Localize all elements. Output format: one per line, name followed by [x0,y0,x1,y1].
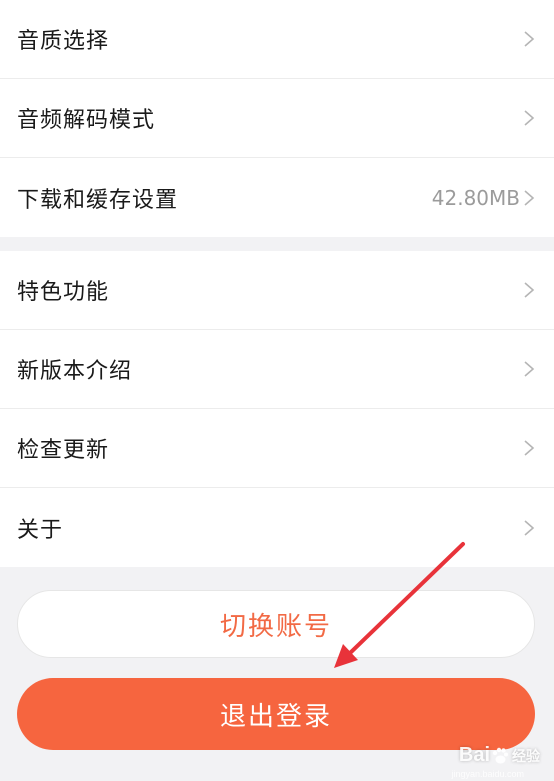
chevron-right-icon [524,440,535,456]
logout-button[interactable]: 退出登录 [17,678,535,750]
baidu-paw-icon [492,747,508,763]
chevron-right-icon [524,282,535,298]
settings-row-download-cache[interactable]: 下载和缓存设置 42.80MB [0,158,554,237]
section-divider [0,237,554,251]
cache-size-value: 42.80MB [431,185,520,210]
chevron-right-icon [524,110,535,126]
settings-row-audio-decode-mode[interactable]: 音频解码模式 [0,79,554,158]
row-label: 特色功能 [17,280,110,305]
watermark-logo: Bai 经验 [459,744,540,767]
row-label: 检查更新 [17,438,110,463]
watermark-brand-left: Bai [458,744,490,766]
settings-row-about[interactable]: 关于 [0,488,554,567]
watermark-brand-right: 经验 [512,747,540,764]
settings-group-playback: 音质选择 音频解码模式 下载和缓存设置 42.80MB [0,0,554,237]
chevron-right-icon [524,519,535,536]
switch-account-button[interactable]: 切换账号 [17,590,535,658]
chevron-right-icon [524,189,535,206]
row-label: 下载和缓存设置 [17,187,179,213]
chevron-right-icon [524,361,535,377]
row-label: 新版本介绍 [17,359,133,384]
settings-row-check-update[interactable]: 检查更新 [0,409,554,488]
watermark-url: jingyan.baidu.com [451,769,524,779]
chevron-right-icon [524,31,535,47]
settings-row-features[interactable]: 特色功能 [0,251,554,330]
settings-row-audio-quality[interactable]: 音质选择 [0,0,554,79]
settings-group-about: 特色功能 新版本介绍 检查更新 关于 [0,251,554,567]
row-label: 音频解码模式 [17,108,156,133]
row-label: 关于 [17,517,64,543]
settings-row-whats-new[interactable]: 新版本介绍 [0,330,554,409]
row-label: 音质选择 [17,29,110,54]
